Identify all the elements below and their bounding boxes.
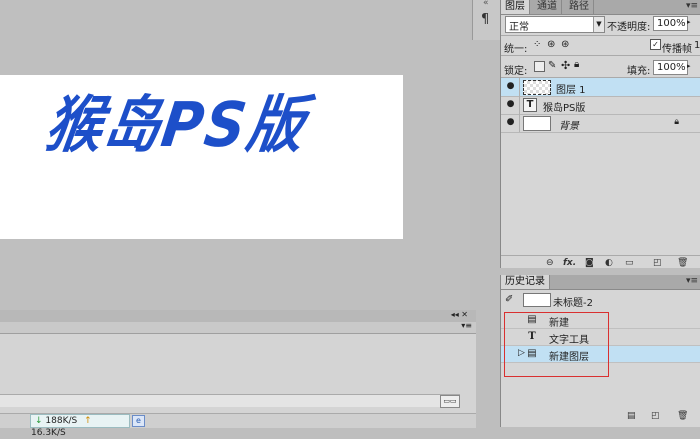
snapshot-name[interactable]: 未标题-2 [553,294,593,309]
fill-label: 填充: [627,66,651,77]
blend-mode-select[interactable]: 正常 ▼ [505,16,605,33]
pilcrow-icon[interactable]: ¶ [481,12,489,27]
trash-icon[interactable]: 🗑︎ [677,258,688,268]
lock-transparent-icon[interactable] [534,61,545,72]
panel-dock-strip: « ¶ [472,0,501,40]
collapse-arrow-icon[interactable]: ◂◂ ✕ [451,310,468,319]
unify-visibility-icon[interactable]: ⊛ [547,39,555,50]
opacity-label: 不透明度: [607,22,651,33]
lock-label: 锁定: [504,66,528,77]
fill-input[interactable]: 100% [653,60,688,75]
tab-history[interactable]: 历史记录 [501,275,550,289]
layer-row[interactable]: ● 图层 1 [501,78,700,97]
unify-label: 统一: [504,44,528,55]
eye-icon[interactable]: ● [505,81,516,92]
unify-style-icon[interactable]: ⊛ [561,39,569,50]
new-layer-icon[interactable]: ◰ [653,258,662,268]
layer-name: 猴岛PS版 [543,103,586,114]
bottom-action-button[interactable]: ▭▭ [440,395,460,408]
canvas-text-layer[interactable]: 猴岛PS版 [41,90,310,162]
lock-move-icon[interactable]: ✣ [561,59,570,72]
chevron-down-icon[interactable]: ▼ [593,17,604,32]
fx-icon[interactable]: fx. [563,258,576,268]
collapse-arrow-icon[interactable]: « [483,0,489,8]
blend-mode-value: 正常 [509,22,529,33]
layer-row[interactable]: ● 背景 🔒︎ [501,114,700,133]
brush-source-icon[interactable]: ✐ [505,294,513,305]
trash-icon[interactable]: 🗑︎ [677,411,688,421]
download-arrow-icon: ↓ [35,416,43,426]
layer-thumbnail [523,116,551,131]
eye-icon[interactable]: ● [505,117,516,128]
panel-menu-icon[interactable]: ▾≡ [686,276,698,286]
fill-dropdown-icon[interactable]: ▸ [687,62,691,70]
propagate-frame-value: 1 [694,40,700,51]
snapshot-thumbnail [523,293,551,307]
text-layer-icon: T [523,98,537,112]
layers-panel: 图层 通道 路径 ▾≡ 正常 ▼ 不透明度: 100% ▸ 统一: ⁘ ⊛ ⊛ … [500,0,700,268]
snapshot-icon[interactable]: ◰ [651,411,660,421]
mask-icon[interactable]: ◙ [585,258,594,268]
lock-icon: 🔒︎ [674,117,679,127]
propagate-label: 传播帧 [662,44,692,55]
upload-speed: 16.3K/S [31,428,66,438]
tab-channels[interactable]: 通道 [533,0,562,14]
upload-arrow-icon: ↑ [84,416,92,426]
lock-brush-icon[interactable]: ✎ [548,60,556,71]
unify-position-icon[interactable]: ⁘ [533,39,541,50]
history-tabbar: 历史记录 ▾≡ [501,275,700,290]
panel-menu-icon[interactable]: ▾≡ [686,1,698,11]
opacity-dropdown-icon[interactable]: ▸ [687,18,691,26]
lock-all-icon[interactable]: 🔒︎ [574,59,579,70]
highlight-annotation-box [504,312,609,377]
browser-icon[interactable]: e [132,415,145,427]
layer-name: 图层 1 [556,85,586,96]
download-speed: 188K/S [45,416,78,426]
eye-icon[interactable]: ● [505,99,516,110]
tab-paths[interactable]: 路径 [565,0,594,14]
propagate-checkbox[interactable]: ✓ [650,39,661,50]
layer-name: 背景 [559,121,579,132]
group-icon[interactable]: ▭ [625,258,634,268]
network-speed-widget: ↓ 188K/S ↑ 16.3K/S [30,414,130,438]
new-document-icon[interactable]: ▤ [627,411,636,421]
opacity-input[interactable]: 100% [653,16,688,31]
layer-thumbnail [523,80,551,95]
layer-row[interactable]: ● T 猴岛PS版 [501,96,700,115]
horizontal-scrollbar[interactable]: ▸ [0,394,460,407]
bottom-panel-tabbar: ▾≡ [0,321,476,334]
adjustment-icon[interactable]: ◐ [605,258,613,268]
panel-menu-icon[interactable]: ▾≡ [461,321,472,330]
history-bottom-toolbar: ▤ ◰ 🗑︎ [501,411,700,425]
link-icon[interactable]: ⊖ [546,258,554,268]
layers-tabbar: 图层 通道 路径 ▾≡ [501,0,700,15]
tab-layers[interactable]: 图层 [501,0,530,14]
layers-bottom-toolbar: ⊖ fx. ◙ ◐ ▭ ◰ 🗑︎ [501,258,700,272]
